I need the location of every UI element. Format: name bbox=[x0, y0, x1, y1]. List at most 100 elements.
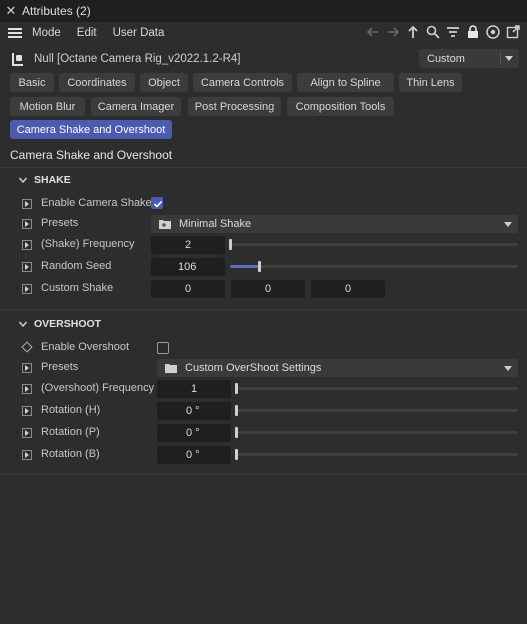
divider bbox=[0, 167, 527, 168]
rotation-h-slider-knob[interactable] bbox=[235, 405, 238, 416]
random-seed-slider-knob[interactable] bbox=[258, 261, 261, 272]
folder-icon bbox=[159, 220, 171, 229]
hamburger-menu-icon[interactable] bbox=[8, 28, 22, 38]
enable-overshoot-row: Enable Overshoot bbox=[0, 338, 527, 358]
shake-frequency-slider-knob[interactable] bbox=[229, 239, 232, 250]
rotation-b-slider-knob[interactable] bbox=[235, 449, 238, 460]
chevron-down-icon bbox=[18, 321, 28, 328]
rotation-p-slider[interactable] bbox=[236, 431, 518, 434]
random-seed-label: Random Seed bbox=[41, 260, 112, 272]
tab-camera-controls[interactable]: Camera Controls bbox=[193, 73, 292, 92]
shake-presets-dropdown[interactable]: Minimal Shake bbox=[151, 215, 518, 233]
shake-frequency-label: (Shake) Frequency bbox=[41, 238, 135, 250]
filter-icon[interactable] bbox=[445, 24, 461, 40]
shake-frequency-input[interactable]: 2 bbox=[151, 236, 225, 254]
search-icon[interactable] bbox=[425, 24, 441, 40]
rotation-h-slider[interactable] bbox=[236, 409, 518, 412]
animate-track-icon[interactable] bbox=[22, 262, 32, 272]
tab-basic[interactable]: Basic bbox=[10, 73, 54, 92]
overshoot-presets-row: Presets Custom OverShoot Settings bbox=[0, 358, 527, 378]
rotation-b-row: Rotation (B) 0 ° bbox=[0, 445, 527, 465]
overshoot-frequency-input[interactable]: 1 bbox=[157, 380, 231, 398]
tab-motion-blur[interactable]: Motion Blur bbox=[10, 97, 85, 116]
null-object-icon bbox=[12, 53, 23, 66]
overshoot-frequency-slider-knob[interactable] bbox=[235, 383, 238, 394]
lock-icon[interactable] bbox=[465, 24, 481, 40]
custom-shake-row: Custom Shake 0 0 0 bbox=[0, 279, 527, 299]
menu-bar: Mode Edit User Data bbox=[0, 22, 527, 44]
animate-track-icon[interactable] bbox=[22, 240, 32, 250]
overshoot-frequency-row: (Overshoot) Frequency 1 bbox=[0, 379, 527, 399]
tab-object[interactable]: Object bbox=[140, 73, 188, 92]
custom-shake-label: Custom Shake bbox=[41, 282, 114, 294]
shake-group-header[interactable]: SHAKE bbox=[18, 174, 71, 186]
title-bar: ✕ Attributes (2) bbox=[0, 0, 527, 22]
overshoot-frequency-label: (Overshoot) Frequency bbox=[41, 382, 155, 394]
tab-camera-imager[interactable]: Camera Imager bbox=[91, 97, 181, 116]
close-icon[interactable]: ✕ bbox=[0, 3, 22, 19]
tab-camera-shake-and-overshoot[interactable]: Camera Shake and Overshoot bbox=[10, 120, 172, 139]
layout-preset-dropdown[interactable]: Custom bbox=[419, 49, 519, 68]
overshoot-group-header[interactable]: OVERSHOOT bbox=[18, 318, 101, 330]
random-seed-slider[interactable] bbox=[230, 265, 518, 268]
overshoot-header-label: OVERSHOOT bbox=[34, 318, 102, 330]
shake-presets-label: Presets bbox=[41, 217, 79, 229]
section-title: Camera Shake and Overshoot bbox=[10, 148, 173, 162]
divider bbox=[0, 309, 527, 310]
tab-align-to-spline[interactable]: Align to Spline bbox=[297, 73, 394, 92]
overshoot-presets-dropdown[interactable]: Custom OverShoot Settings bbox=[157, 359, 518, 377]
rotation-b-input[interactable]: 0 ° bbox=[157, 446, 231, 464]
animate-track-icon[interactable] bbox=[22, 450, 32, 460]
custom-shake-z-input[interactable]: 0 bbox=[311, 280, 385, 298]
window-title: Attributes (2) bbox=[22, 4, 91, 18]
animate-track-icon[interactable] bbox=[22, 428, 32, 438]
menu-edit[interactable]: Edit bbox=[77, 27, 97, 39]
tab-thin-lens[interactable]: Thin Lens bbox=[399, 73, 462, 92]
random-seed-input[interactable]: 106 bbox=[151, 258, 225, 276]
animate-track-icon[interactable] bbox=[22, 284, 32, 294]
animate-track-icon[interactable] bbox=[22, 384, 32, 394]
animate-track-icon[interactable] bbox=[22, 363, 32, 373]
up-arrow-icon[interactable] bbox=[405, 24, 421, 40]
keyframe-diamond-icon[interactable] bbox=[21, 341, 33, 353]
rotation-h-input[interactable]: 0 ° bbox=[157, 402, 231, 420]
custom-shake-y-input[interactable]: 0 bbox=[231, 280, 305, 298]
rotation-p-row: Rotation (P) 0 ° bbox=[0, 423, 527, 443]
animate-track-icon[interactable] bbox=[22, 219, 32, 229]
random-seed-row: Random Seed 106 bbox=[0, 257, 527, 277]
back-arrow-icon[interactable] bbox=[365, 24, 381, 40]
tab-composition-tools[interactable]: Composition Tools bbox=[287, 97, 394, 116]
tab-post-processing[interactable]: Post Processing bbox=[188, 97, 281, 116]
chevron-down-icon bbox=[504, 366, 512, 371]
custom-shake-x-input[interactable]: 0 bbox=[151, 280, 225, 298]
object-name: Null [Octane Camera Rig_v2022.1.2-R4] bbox=[34, 53, 241, 65]
layout-preset-value: Custom bbox=[427, 52, 465, 65]
chevron-down-icon bbox=[505, 56, 513, 61]
enable-camera-shake-checkbox[interactable] bbox=[151, 197, 163, 209]
rotation-h-row: Rotation (H) 0 ° bbox=[0, 401, 527, 421]
rotation-b-slider[interactable] bbox=[236, 453, 518, 456]
rotation-p-slider-knob[interactable] bbox=[235, 427, 238, 438]
enable-overshoot-label: Enable Overshoot bbox=[41, 341, 130, 353]
target-icon[interactable] bbox=[485, 24, 501, 40]
enable-overshoot-checkbox[interactable] bbox=[157, 342, 169, 354]
shake-frequency-row: (Shake) Frequency 2 bbox=[0, 235, 527, 255]
menu-mode[interactable]: Mode bbox=[32, 27, 61, 39]
folder-icon bbox=[165, 364, 177, 373]
object-row: Null [Octane Camera Rig_v2022.1.2-R4] Cu… bbox=[0, 46, 527, 72]
shake-frequency-slider[interactable] bbox=[230, 243, 518, 246]
overshoot-frequency-slider[interactable] bbox=[236, 387, 518, 390]
checkmark-icon bbox=[153, 200, 163, 208]
animate-track-icon[interactable] bbox=[22, 199, 32, 209]
overshoot-presets-label: Presets bbox=[41, 361, 79, 373]
shake-header-label: SHAKE bbox=[34, 174, 71, 186]
new-window-icon[interactable] bbox=[505, 24, 521, 40]
menu-user-data[interactable]: User Data bbox=[113, 27, 165, 39]
rotation-p-input[interactable]: 0 ° bbox=[157, 424, 231, 442]
enable-camera-shake-row: Enable Camera Shake bbox=[0, 194, 527, 214]
chevron-down-icon bbox=[504, 222, 512, 227]
animate-track-icon[interactable] bbox=[22, 406, 32, 416]
divider bbox=[0, 474, 527, 475]
forward-arrow-icon[interactable] bbox=[385, 24, 401, 40]
tab-coordinates[interactable]: Coordinates bbox=[59, 73, 135, 92]
